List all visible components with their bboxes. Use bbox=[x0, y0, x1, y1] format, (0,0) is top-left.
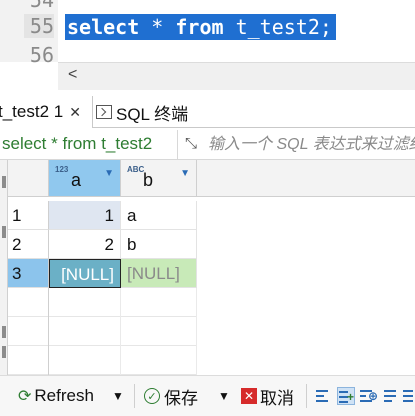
refresh-button[interactable]: ⟳ Refresh bbox=[18, 385, 94, 407]
empty-row bbox=[8, 317, 197, 346]
save-dropdown-icon[interactable]: ▼ bbox=[218, 385, 230, 407]
more-icon[interactable] bbox=[403, 387, 415, 405]
save-button[interactable]: ✓ 保存 bbox=[144, 385, 198, 408]
panel-handle[interactable] bbox=[2, 326, 6, 338]
text-type-icon: ABC bbox=[127, 165, 145, 174]
active-query-text: select * from t_test2 bbox=[2, 134, 153, 153]
cell-a[interactable]: 1 bbox=[49, 201, 121, 230]
column-header-a[interactable]: 123 a ▼ bbox=[49, 160, 121, 197]
cell-a[interactable]: 2 bbox=[49, 230, 121, 259]
divider bbox=[306, 384, 307, 408]
side-panel-strip[interactable] bbox=[0, 160, 8, 375]
row-number[interactable]: 2 bbox=[8, 230, 49, 259]
refresh-dropdown-icon[interactable]: ▼ bbox=[112, 385, 124, 407]
panel-handle[interactable] bbox=[2, 176, 6, 188]
delete-row-icon[interactable] bbox=[384, 387, 402, 405]
cell-b[interactable]: a bbox=[121, 201, 197, 230]
selected-code-line[interactable]: select * from t_test2; bbox=[65, 14, 336, 40]
grid-corner[interactable] bbox=[8, 160, 49, 197]
horizontal-scrollbar[interactable]: < bbox=[58, 62, 415, 90]
row-number-selected[interactable]: 3 bbox=[8, 259, 49, 288]
sort-dropdown-icon[interactable]: ▼ bbox=[104, 168, 114, 179]
cell-b-null[interactable]: [NULL] bbox=[121, 259, 197, 288]
edit-row-icon[interactable] bbox=[316, 387, 334, 405]
add-row-icon[interactable]: + bbox=[337, 387, 355, 405]
keyword-from: from bbox=[175, 15, 224, 39]
refresh-label: Refresh bbox=[34, 386, 94, 405]
keyword-select: select bbox=[67, 15, 140, 39]
code-star: * bbox=[139, 15, 176, 39]
cancel-label: 取消 bbox=[260, 388, 294, 408]
close-icon[interactable]: ✕ bbox=[69, 104, 81, 121]
empty-row bbox=[8, 288, 197, 317]
line-number-gutter: 54 55 56 bbox=[0, 0, 58, 67]
line-number-current: 55 bbox=[24, 14, 54, 38]
sql-editor[interactable]: 54 55 56 select * from t_test2; < bbox=[0, 0, 415, 90]
header-filler bbox=[197, 160, 415, 197]
check-icon: ✓ bbox=[144, 388, 160, 404]
tab-sql-terminal[interactable]: SQL 终端 bbox=[96, 96, 188, 128]
cell-a-null-selected[interactable]: [NULL] bbox=[49, 259, 121, 288]
line-number: 54 bbox=[29, 0, 54, 12]
line-number: 56 bbox=[29, 43, 54, 67]
column-header-b[interactable]: ABC b ▼ bbox=[121, 160, 197, 197]
code-table: t_test2; bbox=[223, 15, 332, 39]
numeric-type-icon: 123 bbox=[55, 165, 69, 174]
row-number[interactable]: 1 bbox=[8, 201, 49, 230]
scroll-left-icon[interactable]: < bbox=[68, 66, 77, 84]
save-label: 保存 bbox=[164, 388, 198, 408]
filter-input[interactable] bbox=[208, 133, 415, 157]
copy-row-icon[interactable]: ⊕ bbox=[360, 387, 378, 405]
cancel-button[interactable]: ✕ 取消 bbox=[241, 385, 294, 408]
result-tab-bar: t_test2 1 ✕ SQL 终端 bbox=[0, 96, 415, 128]
terminal-icon bbox=[96, 105, 112, 119]
divider bbox=[177, 130, 178, 160]
panel-handle[interactable] bbox=[2, 226, 6, 238]
panel-handle[interactable] bbox=[2, 346, 6, 358]
results-toolbar: ⟳ Refresh ▼ ✓ 保存 ▼ ✕ 取消 + ⊕ bbox=[0, 375, 415, 416]
tab-t-test2-1[interactable]: t_test2 1 ✕ bbox=[0, 96, 93, 128]
column-name: a bbox=[71, 170, 82, 190]
expand-icon[interactable]: ⤡ bbox=[185, 135, 197, 152]
tab-label: SQL 终端 bbox=[116, 104, 189, 124]
cell-b[interactable]: b bbox=[121, 230, 197, 259]
filter-bar: select * from t_test2 ⤡ bbox=[0, 130, 415, 160]
tab-label: t_test2 1 bbox=[0, 102, 64, 121]
column-name: b bbox=[143, 170, 154, 190]
results-grid: 123 a ▼ ABC b ▼ 1 1 a 2 2 b 3 [NULL] [NU… bbox=[8, 160, 415, 375]
empty-row bbox=[8, 346, 197, 375]
sort-dropdown-icon[interactable]: ▼ bbox=[180, 168, 190, 179]
divider bbox=[134, 384, 135, 408]
close-icon: ✕ bbox=[241, 388, 257, 404]
refresh-icon: ⟳ bbox=[18, 388, 32, 405]
